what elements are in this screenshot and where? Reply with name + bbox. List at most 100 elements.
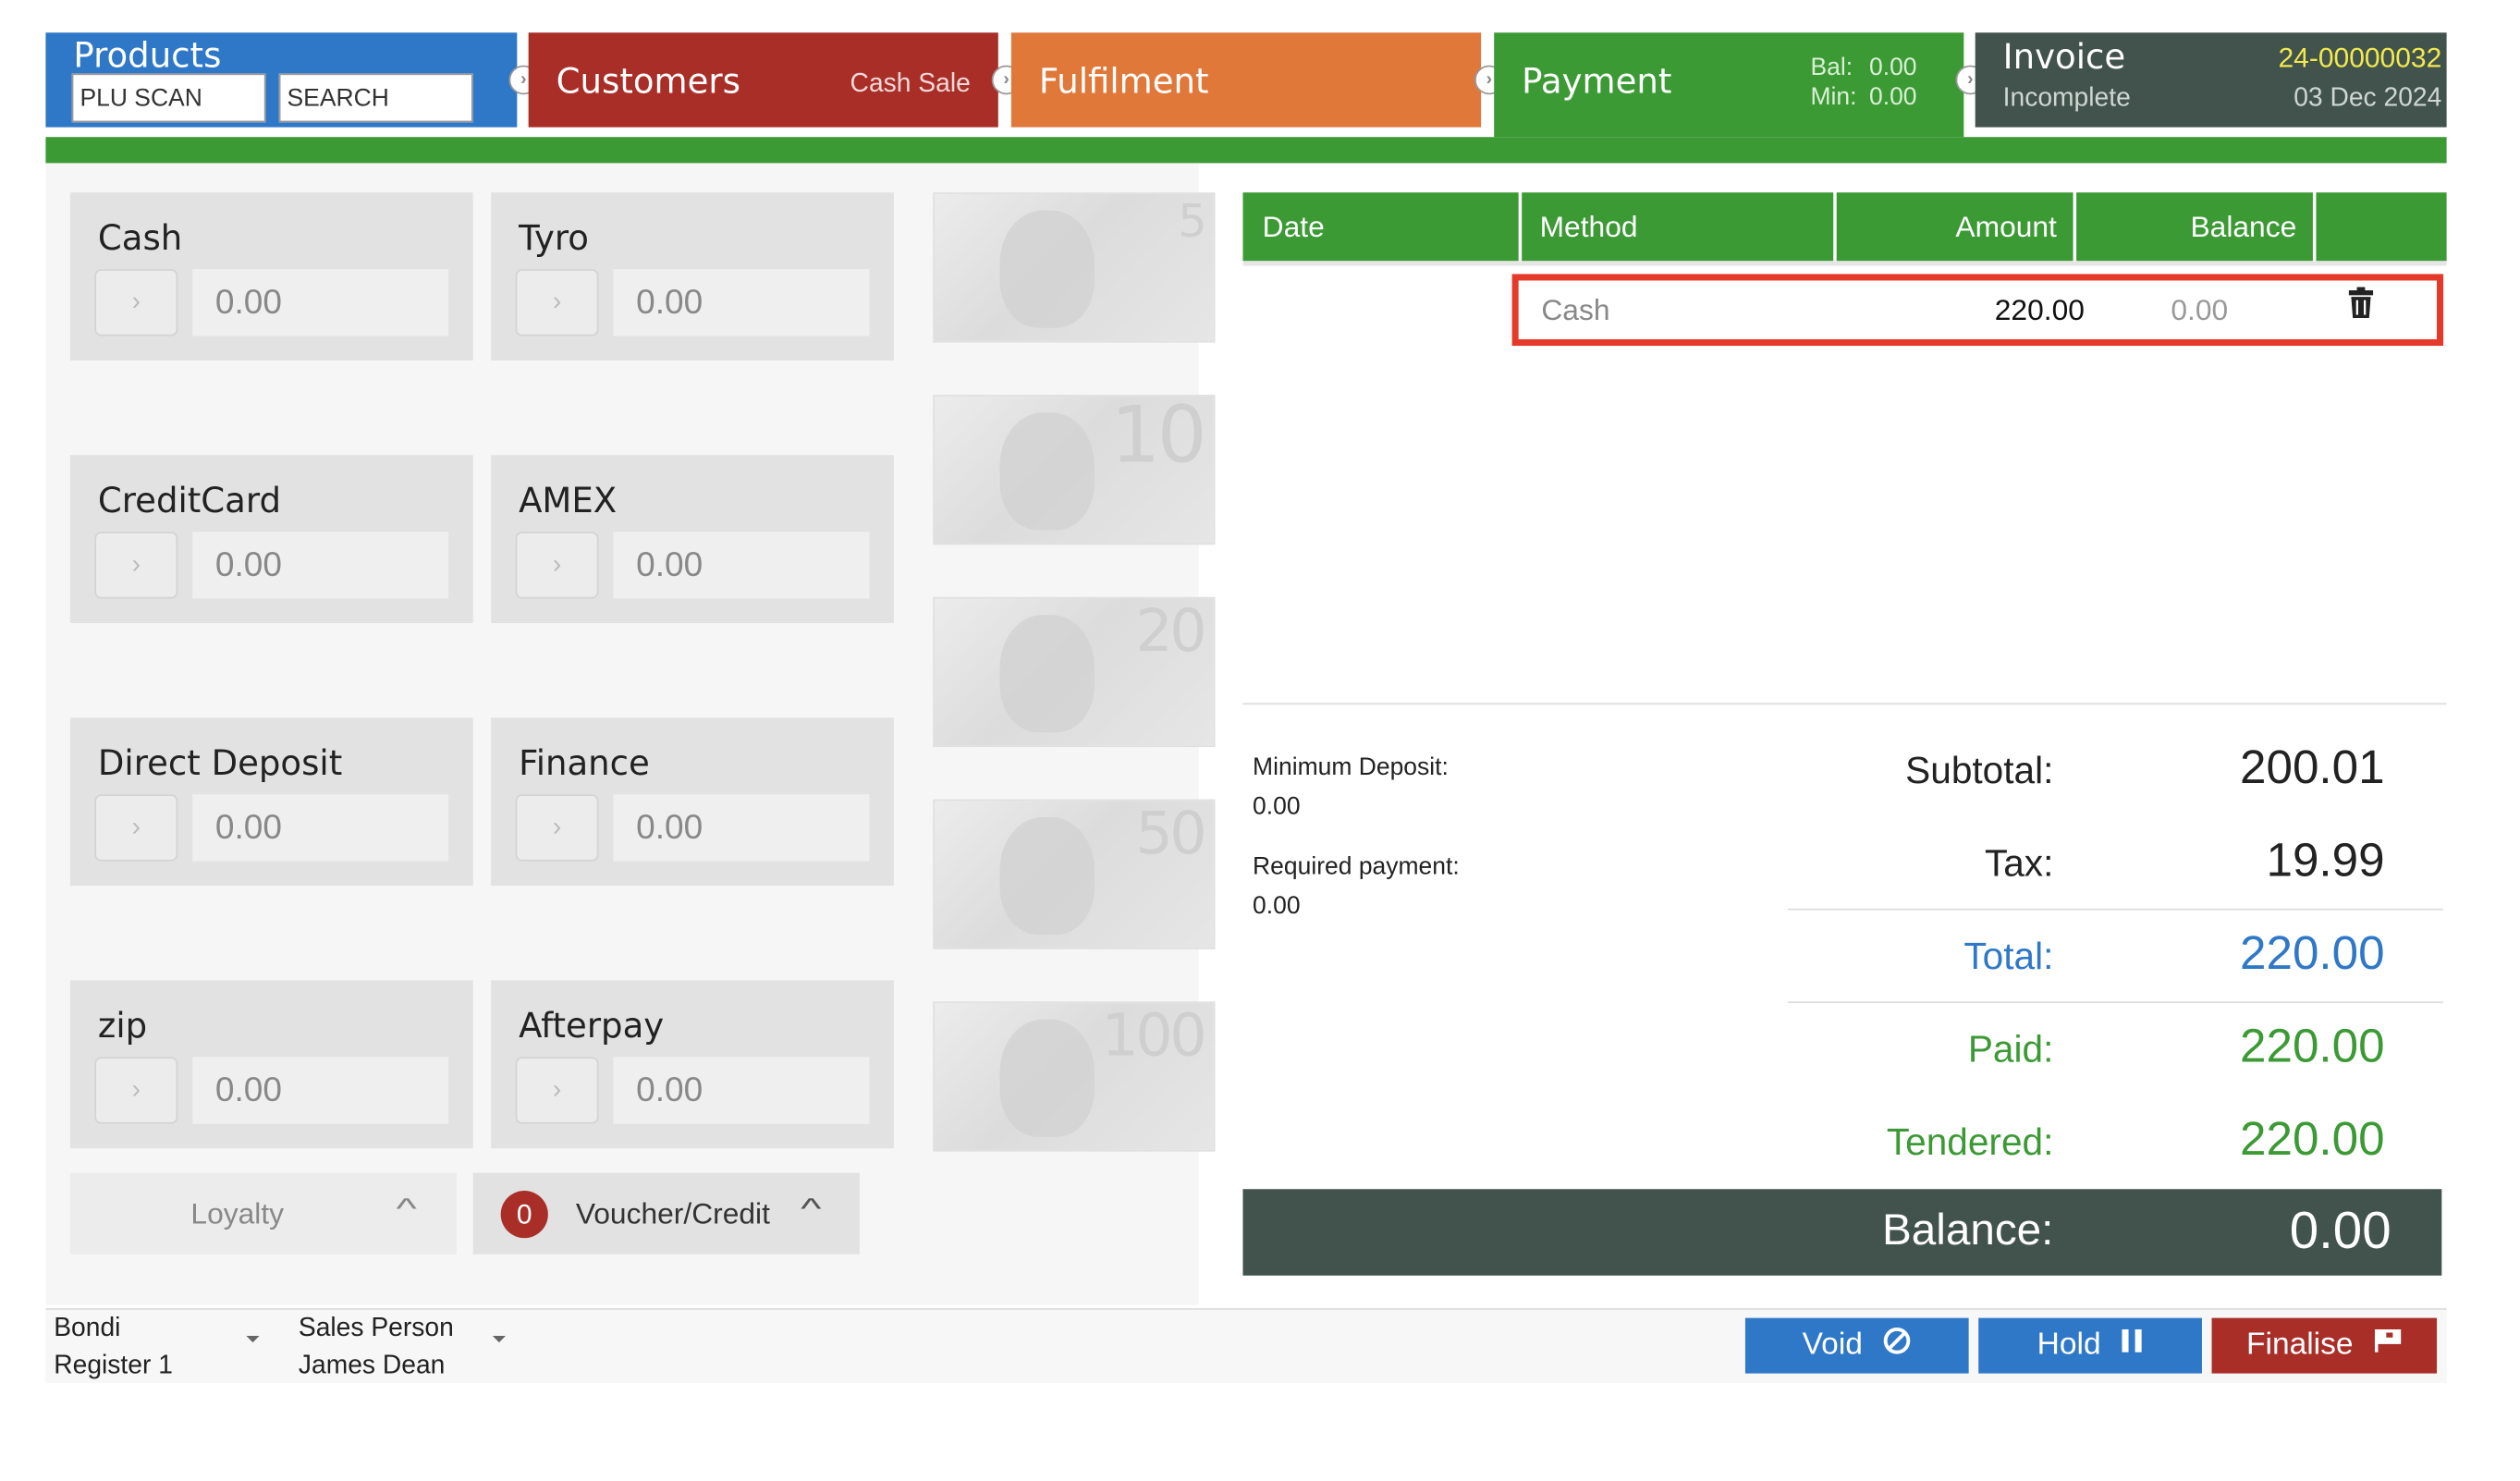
apply-arrow-button[interactable]: › <box>515 794 599 862</box>
amount-input[interactable] <box>613 532 870 599</box>
chevron-right-icon: › <box>131 550 141 579</box>
apply-arrow-button[interactable]: › <box>94 794 178 862</box>
banknote-value: 20 <box>1135 598 1206 666</box>
total-label: Total: <box>1963 935 2054 977</box>
subtotal-value: 200.01 <box>2240 741 2385 795</box>
apply-arrow-button[interactable]: › <box>94 532 178 599</box>
store-name: Bondi <box>54 1315 121 1343</box>
method-card-direct-deposit: Direct Deposit › <box>69 717 473 887</box>
required-payment-label: Required payment: <box>1253 852 1460 881</box>
method-label: Cash <box>97 218 183 258</box>
amount-input[interactable] <box>613 1057 870 1124</box>
tax-value: 19.99 <box>2266 835 2385 887</box>
tab-customers[interactable]: Customers Cash Sale <box>528 32 998 128</box>
tax-label: Tax: <box>1984 841 2054 885</box>
total-value: 220.00 <box>2240 927 2385 981</box>
tab-payment[interactable]: Payment Bal: 0.00 Min: 0.00 <box>1494 32 1964 138</box>
banknote-value: 5 <box>1178 193 1206 249</box>
method-card-amex: AMEX › <box>491 455 894 624</box>
apply-arrow-button[interactable]: › <box>515 532 599 599</box>
apply-arrow-button[interactable]: › <box>515 1057 599 1124</box>
portrait-graphic <box>999 816 1095 936</box>
amount-input[interactable] <box>192 794 449 862</box>
col-header-balance-label: Balance <box>2190 210 2297 243</box>
tab-invoice[interactable]: Invoice 24-00000032 Incomplete 03 Dec 20… <box>1975 32 2447 128</box>
voucher-credit-button[interactable]: 0 Voucher/Credit ^ <box>472 1172 860 1255</box>
header-divider-bar <box>45 137 2447 164</box>
apply-arrow-button[interactable]: › <box>515 269 599 337</box>
row-amount: 220.00 <box>1994 293 2085 326</box>
flag-icon <box>2373 1328 2403 1364</box>
portrait-graphic <box>999 1019 1095 1137</box>
finalise-button[interactable]: Finalise <box>2211 1317 2438 1374</box>
invoice-number: 24-00000032 <box>2278 42 2442 74</box>
chevron-up-icon: ^ <box>801 1192 822 1226</box>
sales-person-selector[interactable]: Sales Person James Dean <box>299 1313 510 1380</box>
method-card-creditcard: CreditCard › <box>69 455 473 624</box>
chevron-right-icon: › <box>131 288 141 316</box>
chevron-up-icon: ^ <box>396 1192 417 1226</box>
balance-bar: Balance: 0.00 <box>1242 1189 2442 1276</box>
chevron-right-icon: › <box>552 288 562 316</box>
trash-icon[interactable] <box>2348 287 2374 320</box>
amount-input[interactable] <box>192 532 449 599</box>
paid-label: Paid: <box>1967 1027 2054 1071</box>
banknote-value: 50 <box>1135 801 1206 868</box>
minimum-deposit-value: 0.00 <box>1253 792 1301 821</box>
col-header-date: Date <box>1242 192 1519 262</box>
search-input[interactable] <box>278 73 473 123</box>
col-header-method: Method <box>1522 192 1834 262</box>
payment-bal-label: Bal: <box>1810 54 1853 82</box>
chevron-right-icon: › <box>552 1075 562 1104</box>
finalise-label: Finalise <box>2246 1328 2354 1363</box>
hold-label: Hold <box>2037 1328 2101 1363</box>
method-label: zip <box>97 1006 148 1046</box>
customer-name: Cash Sale <box>850 69 971 98</box>
payment-min-label: Min: <box>1810 82 1857 111</box>
plu-scan-input[interactable] <box>71 73 266 123</box>
void-button[interactable]: Void <box>1744 1317 1969 1374</box>
tab-fulfilment[interactable]: Fulfilment <box>1010 32 1482 128</box>
banknote-5-button[interactable]: 5 <box>933 192 1216 343</box>
voucher-label: Voucher/Credit <box>575 1197 770 1230</box>
method-label: Tyro <box>519 218 589 258</box>
col-header-date-label: Date <box>1262 210 1325 243</box>
invoice-status: Incomplete <box>2002 84 2131 113</box>
amount-input[interactable] <box>192 1057 449 1124</box>
tendered-value: 220.00 <box>2240 1114 2385 1167</box>
tab-products[interactable]: Products <box>45 32 518 128</box>
apply-arrow-button[interactable]: › <box>94 1057 178 1124</box>
apply-arrow-button[interactable]: › <box>94 269 178 337</box>
portrait-graphic <box>999 412 1095 531</box>
tendered-label: Tendered: <box>1886 1120 2054 1164</box>
banknote-50-button[interactable]: 50 <box>933 799 1216 949</box>
chevron-right-icon: › <box>131 1075 141 1104</box>
row-balance: 0.00 <box>2171 293 2229 326</box>
banknote-20-button[interactable]: 20 <box>933 596 1216 748</box>
hold-button[interactable]: Hold <box>1978 1317 2202 1374</box>
store-register-selector[interactable]: Bondi Register 1 <box>54 1313 265 1380</box>
banknote-100-button[interactable]: 100 <box>933 1001 1216 1152</box>
summary-divider <box>1787 1001 2444 1004</box>
banknote-10-button[interactable]: 10 <box>933 394 1216 545</box>
col-header-actions <box>2316 192 2447 262</box>
tab-invoice-title: Invoice <box>2002 37 2126 77</box>
method-label: Finance <box>519 743 650 783</box>
method-card-cash: Cash › <box>69 192 473 361</box>
col-header-amount-label: Amount <box>1955 210 2057 243</box>
portrait-graphic <box>999 615 1095 733</box>
required-payment-value: 0.00 <box>1253 892 1301 921</box>
loyalty-button[interactable]: Loyalty ^ <box>69 1172 458 1255</box>
caret-down-icon <box>492 1336 506 1343</box>
chevron-right-icon: › <box>552 813 562 841</box>
amount-input[interactable] <box>192 269 449 337</box>
table-row[interactable]: Cash 220.00 0.00 <box>1511 274 2444 347</box>
register-name: Register 1 <box>54 1352 173 1380</box>
method-label: Direct Deposit <box>97 743 343 783</box>
tab-customers-title: Customers <box>556 62 740 102</box>
tab-payment-title: Payment <box>1522 62 1672 102</box>
portrait-graphic <box>999 210 1095 328</box>
amount-input[interactable] <box>613 269 870 337</box>
amount-input[interactable] <box>613 794 870 862</box>
voucher-count-badge: 0 <box>500 1191 548 1239</box>
